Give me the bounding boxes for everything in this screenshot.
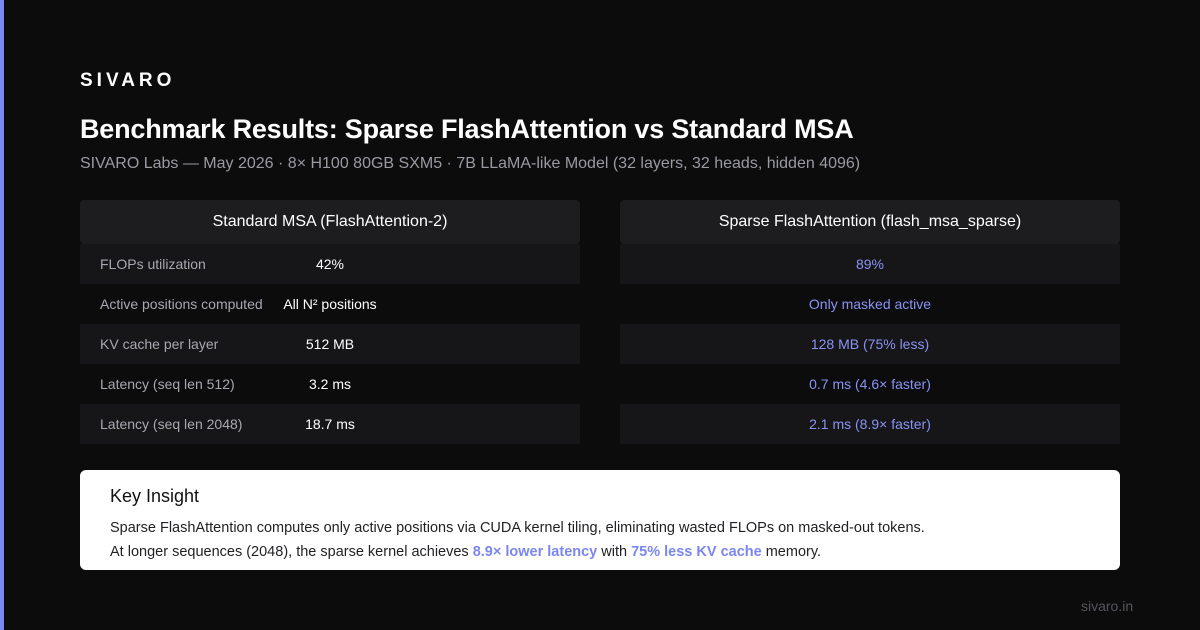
row-value: 89% — [855, 256, 885, 272]
table-row: Active positions computed All N² positio… — [80, 284, 580, 324]
insight-highlight-kv-cache: 75% less KV cache — [631, 544, 762, 560]
row-value: 512 MB — [305, 336, 355, 352]
brand-logo: SIVARO — [80, 70, 176, 91]
table-row: 128 MB (75% less) — [620, 324, 1120, 364]
key-insight-card: Key Insight Sparse FlashAttention comput… — [80, 470, 1120, 570]
insight-line-2: At longer sequences (2048), the sparse k… — [110, 540, 1090, 564]
table-row: 0.7 ms (4.6× faster) — [620, 364, 1120, 404]
footer-url: sivaro.in — [1081, 598, 1134, 614]
sparse-flashattention-table: Sparse FlashAttention (flash_msa_sparse)… — [620, 200, 1120, 444]
insight-text: with — [597, 544, 632, 560]
page-subtitle: SIVARO Labs — May 2026 · 8× H100 80GB SX… — [80, 155, 861, 172]
page-title: Benchmark Results: Sparse FlashAttention… — [80, 114, 854, 144]
insight-text: At longer sequences (2048), the sparse k… — [110, 544, 473, 560]
row-value: 42% — [315, 256, 345, 272]
row-label: KV cache per layer — [100, 336, 219, 352]
standard-msa-table: Standard MSA (FlashAttention-2) FLOPs ut… — [80, 200, 580, 444]
row-value: Only masked active — [808, 296, 932, 312]
table-row: FLOPs utilization 42% — [80, 244, 580, 284]
table-row: 89% — [620, 244, 1120, 284]
row-value: 18.7 ms — [305, 416, 355, 432]
row-value: All N² positions — [283, 296, 377, 312]
row-label: FLOPs utilization — [100, 256, 206, 272]
row-label: Latency (seq len 512) — [100, 376, 235, 392]
row-value: 0.7 ms (4.6× faster) — [809, 376, 931, 392]
insight-title: Key Insight — [110, 486, 200, 506]
insight-text: memory. — [761, 544, 822, 560]
table-row: KV cache per layer 512 MB — [80, 324, 580, 364]
insight-highlight-latency: 8.9× lower latency — [472, 544, 598, 560]
table-header: Sparse FlashAttention (flash_msa_sparse) — [620, 200, 1120, 244]
row-value: 128 MB (75% less) — [810, 336, 930, 352]
row-value: 3.2 ms — [308, 376, 351, 392]
table-header: Standard MSA (FlashAttention-2) — [80, 200, 580, 244]
table-row: Only masked active — [620, 284, 1120, 324]
accent-bar — [0, 0, 4, 630]
row-value: 2.1 ms (8.9× faster) — [809, 416, 931, 432]
table-row: 2.1 ms (8.9× faster) — [620, 404, 1120, 444]
table-row: Latency (seq len 2048) 18.7 ms — [80, 404, 580, 444]
table-row: Latency (seq len 512) 3.2 ms — [80, 364, 580, 404]
row-label: Active positions computed — [100, 296, 263, 312]
row-label: Latency (seq len 2048) — [100, 416, 243, 432]
insight-line-1: Sparse FlashAttention computes only acti… — [110, 520, 925, 536]
